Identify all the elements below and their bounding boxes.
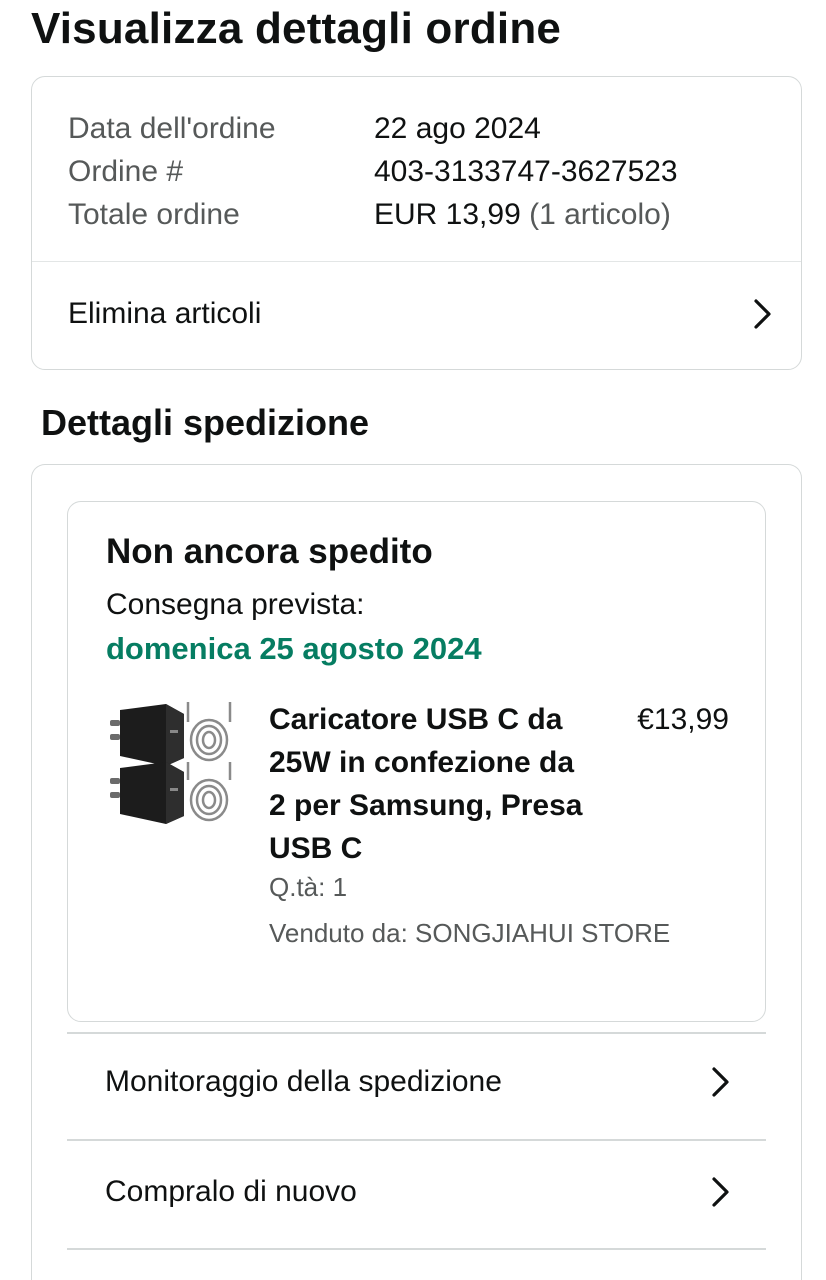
order-total-items: (1 articolo) [529,198,671,231]
delivery-label: Consegna prevista: [106,588,365,621]
shipment-box: Non ancora spedito Consegna prevista: do… [67,501,766,1022]
order-number-value: 403-3133747-3627523 [374,155,678,188]
divider [67,1248,766,1250]
order-summary-card: Data dell'ordine 22 ago 2024 Ordine # 40… [31,76,802,370]
delete-items-label: Elimina articoli [68,297,262,330]
shipment-status: Non ancora spedito [106,532,433,571]
track-shipment-link[interactable]: Monitoraggio della spedizione [105,1057,735,1107]
divider [67,1032,766,1034]
delivery-date: domenica 25 agosto 2024 [106,631,482,666]
shipping-section-title: Dettagli spedizione [41,402,370,443]
product-title-link[interactable]: Caricatore USB C da 25W in confezione da… [269,698,589,870]
product-price: €13,99 [637,703,729,736]
chevron-right-icon [749,296,777,332]
usb-charger-product-image[interactable] [104,700,238,830]
order-number-label: Ordine # [68,155,184,188]
order-total-value: EUR 13,99 [374,198,521,231]
chevron-right-icon [707,1174,735,1210]
order-info: Data dell'ordine 22 ago 2024 Ordine # 40… [68,107,678,236]
track-shipment-label: Monitoraggio della spedizione [105,1065,502,1098]
divider [32,261,801,262]
order-date-label: Data dell'ordine [68,112,276,145]
page-title: Visualizza dettagli ordine [31,4,562,53]
order-total-value-wrap: EUR 13,99 (1 articolo) [374,193,671,236]
order-number-row: Ordine # 403-3133747-3627523 [68,150,678,193]
product-seller: Venduto da: SONGJIAHUI STORE [269,918,671,948]
order-total-label: Totale ordine [68,198,240,231]
order-date-value: 22 ago 2024 [374,112,541,145]
shipping-details-card: Non ancora spedito Consegna prevista: do… [31,464,802,1280]
buy-again-label: Compralo di nuovo [105,1175,357,1208]
product-quantity: Q.tà: 1 [269,872,348,902]
chevron-right-icon [707,1064,735,1100]
order-date-row: Data dell'ordine 22 ago 2024 [68,107,678,150]
buy-again-link[interactable]: Compralo di nuovo [105,1167,735,1217]
divider [67,1139,766,1141]
order-total-row: Totale ordine EUR 13,99 (1 articolo) [68,193,678,236]
delete-items-link[interactable]: Elimina articoli [68,289,777,339]
